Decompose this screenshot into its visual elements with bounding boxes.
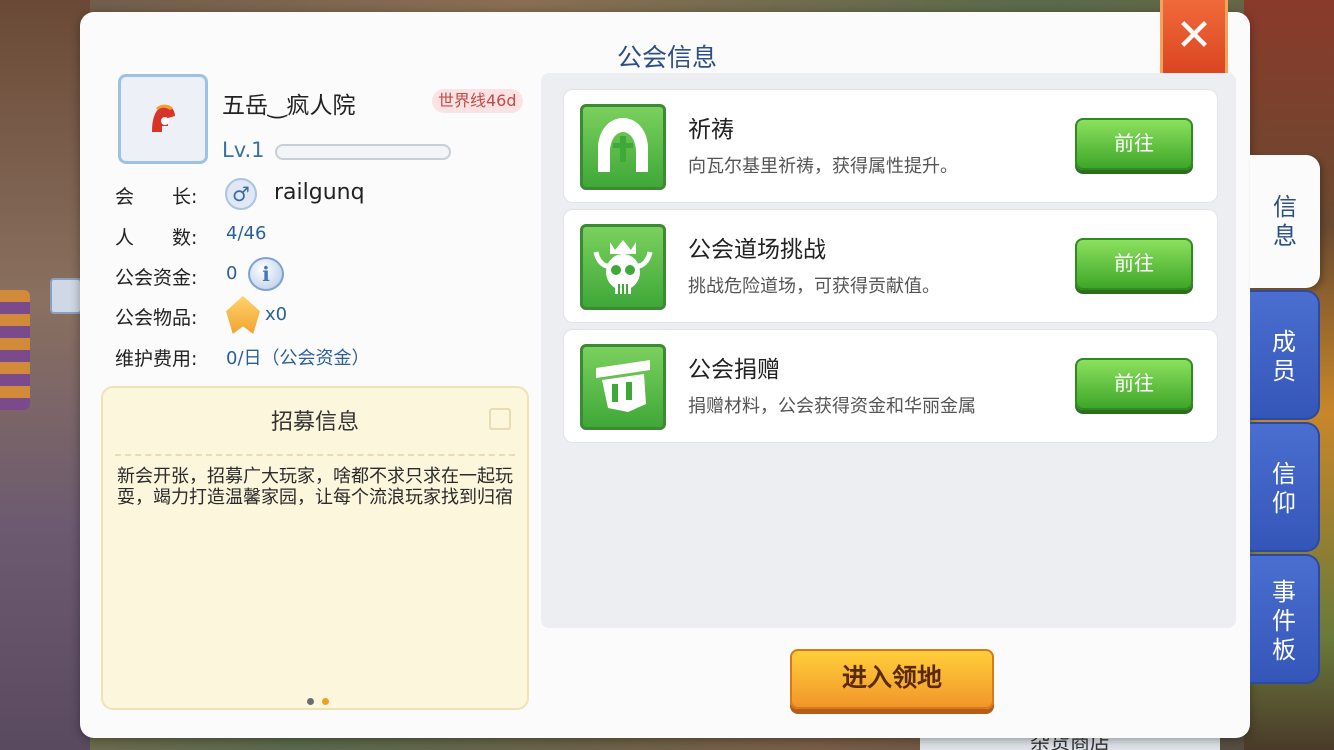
world-line-badge: 世界线46d	[432, 89, 523, 113]
activity-desc: 挑战危险道场，可获得贡献值。	[688, 276, 940, 297]
edit-icon[interactable]	[489, 408, 511, 430]
recruit-divider	[115, 454, 515, 456]
donate-icon	[580, 344, 666, 430]
guild-level: Lv.1	[222, 138, 265, 162]
tab-faith-label: 信仰	[1272, 460, 1296, 517]
tab-members[interactable]: 成员	[1250, 290, 1320, 420]
members-row: 人 数: 4/46	[115, 223, 266, 250]
activity-card-dojo: 公会道场挑战 挑战危险道场，可获得贡献值。 前往	[563, 209, 1218, 323]
tab-info-label: 信息	[1273, 193, 1297, 250]
go-button-pray[interactable]: 前往	[1075, 118, 1193, 170]
guild-name: 五岳‿疯人院	[222, 93, 356, 119]
tab-members-label: 成员	[1272, 328, 1296, 385]
funds-row: 公会资金: 0	[115, 263, 237, 290]
tab-faith[interactable]: 信仰	[1250, 422, 1320, 552]
activity-title: 公会捐赠	[688, 357, 780, 383]
activity-card-donate: 公会捐赠 捐赠材料，公会获得资金和华丽金属 前往	[563, 329, 1218, 443]
guild-coin-icon: ℹ	[248, 257, 284, 291]
background-banner	[0, 290, 30, 410]
leader-name[interactable]: railgunq	[274, 180, 365, 205]
activity-title: 公会道场挑战	[688, 237, 826, 263]
members-value: 4/46	[226, 223, 267, 244]
page-dot	[307, 698, 314, 705]
male-icon: ♂	[225, 178, 257, 210]
funds-label: 公会资金:	[115, 267, 198, 289]
upkeep-value: 0/日（公会资金）	[226, 348, 370, 369]
tab-event-board-label: 事件板	[1272, 578, 1296, 664]
members-label: 人 数:	[115, 227, 198, 249]
tab-info[interactable]: 信息	[1250, 155, 1320, 288]
pray-icon	[580, 104, 666, 190]
skull-icon	[580, 224, 666, 310]
recruit-text: 新会开张，招募广大玩家，啥都不求只求在一起玩耍，竭力打造温馨家园，让每个流浪玩家…	[117, 466, 513, 508]
background-sign-icon	[50, 278, 82, 314]
activity-card-pray: 祈祷 向瓦尔基里祈祷，获得属性提升。 前往	[563, 89, 1218, 203]
items-value: x0	[265, 304, 288, 325]
activity-desc: 捐赠材料，公会获得资金和华丽金属	[688, 396, 976, 417]
recruit-title: 招募信息	[270, 410, 359, 435]
panel-title: 公会信息	[616, 43, 717, 72]
items-label: 公会物品:	[115, 307, 198, 329]
go-button-donate[interactable]: 前往	[1075, 358, 1193, 410]
upkeep-label: 维护费用:	[115, 348, 198, 370]
level-progress-bar	[275, 144, 451, 160]
activity-desc: 向瓦尔基里祈祷，获得属性提升。	[688, 156, 958, 177]
go-button-dojo[interactable]: 前往	[1075, 238, 1193, 290]
tab-event-board[interactable]: 事件板	[1250, 554, 1320, 684]
upkeep-row: 维护费用: 0/日（公会资金）	[115, 344, 370, 371]
enter-territory-button[interactable]: 进入领地	[790, 649, 994, 709]
activity-title: 祈祷	[688, 117, 734, 143]
page-dot-active	[322, 698, 329, 705]
guild-emblem	[118, 74, 208, 164]
leader-row: 会 长:	[115, 182, 197, 209]
items-row: 公会物品:	[115, 303, 197, 330]
recruit-info-box: 招募信息 新会开张，招募广大玩家，啥都不求只求在一起玩耍，竭力打造温馨家园，让每…	[101, 386, 529, 710]
funds-value: 0	[226, 263, 238, 284]
leader-label: 会 长:	[115, 186, 198, 208]
helmet-icon	[152, 104, 175, 132]
page-indicator	[307, 690, 337, 709]
